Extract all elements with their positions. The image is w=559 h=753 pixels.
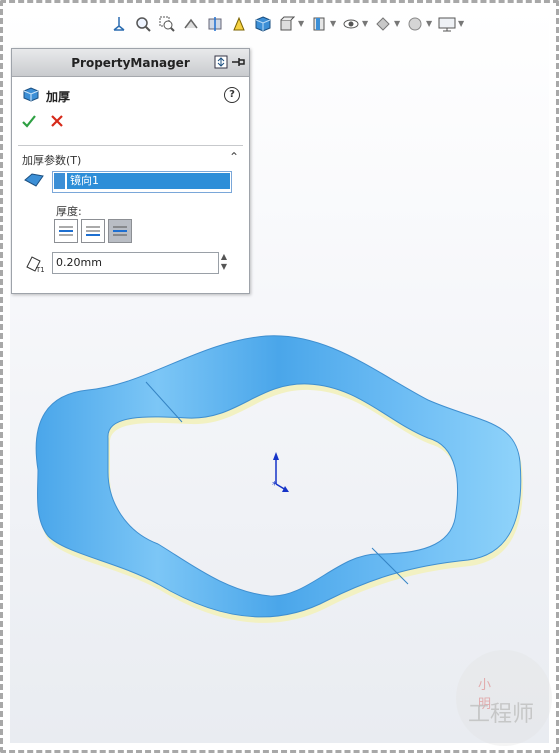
thickness-input[interactable]: 0.20mm bbox=[52, 252, 219, 274]
appearance-dropdown-icon[interactable]: ▼ bbox=[394, 15, 400, 33]
expand-panel-icon[interactable] bbox=[214, 54, 228, 73]
hide-show-items-icon[interactable] bbox=[310, 15, 328, 33]
thicken-side-1-icon bbox=[59, 226, 73, 236]
divider bbox=[18, 145, 243, 146]
decrease-icon[interactable]: ▼ bbox=[218, 262, 230, 272]
property-manager-panel: PropertyManager 加厚 ? 加厚参数(T) ⌃ 镜向1 厚度: T… bbox=[11, 48, 250, 294]
thickness-dimension-icon: T1 bbox=[24, 253, 45, 277]
cancel-button[interactable] bbox=[50, 113, 64, 132]
help-icon[interactable]: ? bbox=[224, 87, 240, 103]
zoom-area-icon[interactable] bbox=[158, 15, 176, 33]
close-icon bbox=[51, 115, 63, 127]
pin-icon[interactable] bbox=[231, 54, 245, 73]
feature-title-row: 加厚 ? bbox=[22, 85, 240, 107]
watermark-seal: 小 明 工程师 bbox=[456, 650, 552, 746]
thicken-feature-icon bbox=[22, 86, 40, 106]
thicken-both-sides-icon bbox=[113, 226, 127, 236]
previous-view-icon[interactable] bbox=[182, 15, 200, 33]
ok-button[interactable] bbox=[22, 113, 36, 132]
property-manager-header: PropertyManager bbox=[12, 49, 249, 77]
appearance-icon[interactable] bbox=[374, 15, 392, 33]
increase-icon[interactable]: ▲ bbox=[218, 252, 230, 262]
origin-triad-icon: * bbox=[272, 452, 289, 492]
thickened-surface bbox=[35, 335, 522, 618]
zoom-to-fit-icon[interactable] bbox=[134, 15, 152, 33]
selected-surface-item[interactable]: 镜向1 bbox=[67, 173, 230, 189]
chevron-up-icon[interactable]: ⌃ bbox=[229, 150, 239, 164]
monitor-dropdown-icon[interactable]: ▼ bbox=[458, 15, 464, 33]
thicken-parameters-group-title: 加厚参数(T) bbox=[22, 154, 82, 167]
dynamic-annotation-icon[interactable] bbox=[230, 15, 248, 33]
eye-icon[interactable] bbox=[342, 15, 360, 33]
view-cube-icon[interactable] bbox=[254, 15, 272, 33]
display-style-icon[interactable] bbox=[278, 15, 296, 33]
view-orientation-icon[interactable] bbox=[110, 15, 128, 33]
scene-icon[interactable] bbox=[406, 15, 424, 33]
thickness-edge bbox=[38, 341, 523, 623]
surface-selection-icon bbox=[24, 172, 44, 192]
mirror-seam-right bbox=[371, 547, 409, 585]
thicken-side-2-button[interactable] bbox=[81, 219, 105, 243]
display-style-dropdown-icon[interactable]: ▼ bbox=[298, 15, 304, 33]
surface-selection-box[interactable]: 镜向1 bbox=[52, 171, 232, 193]
property-manager-title: PropertyManager bbox=[71, 55, 190, 70]
eye-dropdown-icon[interactable]: ▼ bbox=[362, 15, 368, 33]
graphics-area[interactable]: ▼ ▼ ▼ ▼ ▼ ▼ * PropertyManager 加厚 ? 加厚参数(… bbox=[10, 8, 549, 743]
thicken-both-sides-button[interactable] bbox=[108, 219, 132, 243]
thicken-side-1-button[interactable] bbox=[54, 219, 78, 243]
thickness-side-options bbox=[54, 219, 132, 243]
section-view-icon[interactable] bbox=[206, 15, 224, 33]
thickness-stepper[interactable]: ▲ ▼ bbox=[218, 252, 230, 274]
thicken-side-2-icon bbox=[86, 226, 100, 236]
svg-text:*: * bbox=[272, 480, 277, 491]
svg-text:T1: T1 bbox=[35, 266, 44, 273]
heads-up-view-toolbar: ▼ ▼ ▼ ▼ ▼ ▼ bbox=[110, 8, 530, 40]
watermark-main-text: 工程师 bbox=[468, 702, 535, 727]
thickness-label: 厚度: bbox=[56, 205, 82, 218]
scene-dropdown-icon[interactable]: ▼ bbox=[426, 15, 432, 33]
checkmark-icon bbox=[22, 115, 36, 128]
mirror-seam-left bbox=[145, 381, 183, 423]
feature-name: 加厚 bbox=[46, 89, 71, 104]
selection-color-marker bbox=[54, 173, 65, 189]
monitor-icon[interactable] bbox=[438, 15, 456, 33]
hide-show-dropdown-icon[interactable]: ▼ bbox=[330, 15, 336, 33]
